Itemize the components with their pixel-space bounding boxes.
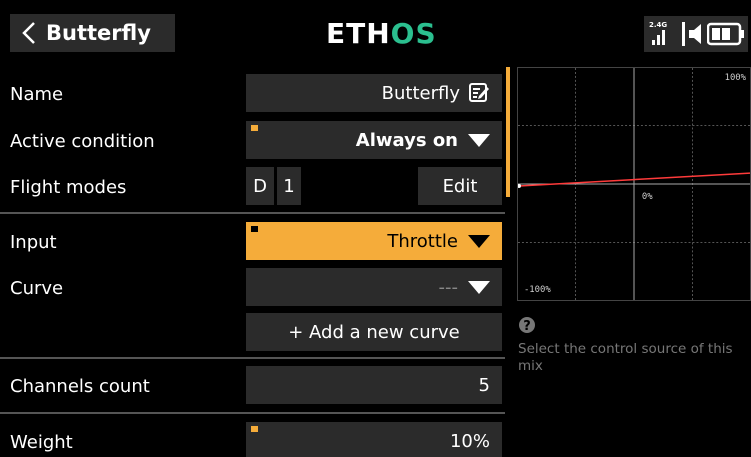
flight-modes-edit-button[interactable]: Edit (418, 167, 502, 205)
logo-part-2: OS (390, 16, 437, 50)
logo-part-1: ETH (326, 16, 391, 50)
battery-icon (707, 22, 744, 46)
add-curve-label: + Add a new curve (288, 321, 460, 343)
name-value: Butterfly (381, 82, 460, 104)
flight-mode-d[interactable]: D (246, 167, 274, 205)
signal-icon: 2.4G (649, 21, 667, 45)
flight-modes-label: Flight modes (10, 177, 127, 198)
curve-label: Curve (10, 278, 64, 299)
channels-count-value: 5 (478, 374, 490, 396)
divider (0, 212, 505, 214)
menu-marker-icon (251, 426, 258, 432)
input-select[interactable]: Throttle (246, 222, 502, 260)
channels-count-field[interactable]: 5 (246, 366, 502, 404)
curve-select[interactable]: --- (246, 268, 502, 306)
graph-label-mid: 0% (642, 192, 653, 202)
dropdown-arrow-icon (468, 280, 490, 294)
chevron-left-icon (22, 22, 35, 44)
edit-icon (469, 83, 489, 102)
flight-mode-1[interactable]: 1 (277, 167, 301, 205)
dropdown-arrow-icon (468, 234, 490, 248)
help-icon: ? (519, 317, 535, 334)
menu-marker-icon (251, 226, 258, 232)
input-label: Input (10, 232, 57, 253)
row-weight: Weight 10% (0, 422, 510, 457)
row-add-curve: + Add a new curve (0, 313, 510, 351)
row-name: Name Butterfly (0, 74, 510, 112)
row-curve: Curve --- (0, 268, 510, 306)
curve-point (518, 184, 521, 188)
graph-label-top: 100% (725, 73, 747, 83)
name-field[interactable]: Butterfly (246, 74, 502, 112)
input-value: Throttle (387, 230, 458, 252)
row-input: Input Throttle (0, 222, 510, 260)
curve-value: --- (438, 276, 459, 298)
menu-marker-icon (251, 125, 258, 131)
channels-count-label: Channels count (10, 376, 150, 397)
scrollbar[interactable] (506, 67, 510, 197)
add-curve-button[interactable]: + Add a new curve (246, 313, 502, 351)
active-condition-select[interactable]: Always on (246, 121, 502, 159)
top-bar: Butterfly ETH OS 2.4G (0, 0, 751, 60)
status-bar: 2.4G (644, 16, 748, 52)
mixer-form: Name Butterfly Active condition Always o… (0, 60, 510, 457)
radio-band-label: 2.4G (649, 21, 667, 29)
active-condition-label: Active condition (10, 131, 155, 152)
back-button[interactable]: Butterfly (10, 14, 175, 52)
edit-button-label: Edit (442, 175, 478, 197)
flight-mode-d-label: D (253, 175, 267, 197)
mix-curve-graph: 100% 0% -100% (517, 67, 751, 301)
dropdown-arrow-icon (468, 133, 490, 147)
active-condition-value: Always on (355, 129, 458, 151)
weight-label: Weight (10, 432, 73, 453)
divider (0, 357, 505, 359)
ethos-logo: ETH OS (326, 16, 437, 50)
row-flight-modes: Flight modes D 1 Edit (0, 167, 510, 205)
row-channels-count: Channels count 5 (0, 366, 510, 404)
weight-field[interactable]: 10% (246, 422, 502, 457)
help-text: Select the control source of this mix (518, 341, 733, 374)
flight-mode-1-label: 1 (283, 175, 295, 197)
row-active-condition: Active condition Always on (0, 121, 510, 159)
weight-value: 10% (449, 430, 490, 452)
speaker-icon (682, 22, 701, 46)
graph-label-bottom: -100% (524, 285, 551, 295)
divider (0, 412, 505, 414)
page-title: Butterfly (46, 21, 151, 45)
name-label: Name (10, 84, 64, 105)
svg-text:?: ? (523, 319, 531, 334)
